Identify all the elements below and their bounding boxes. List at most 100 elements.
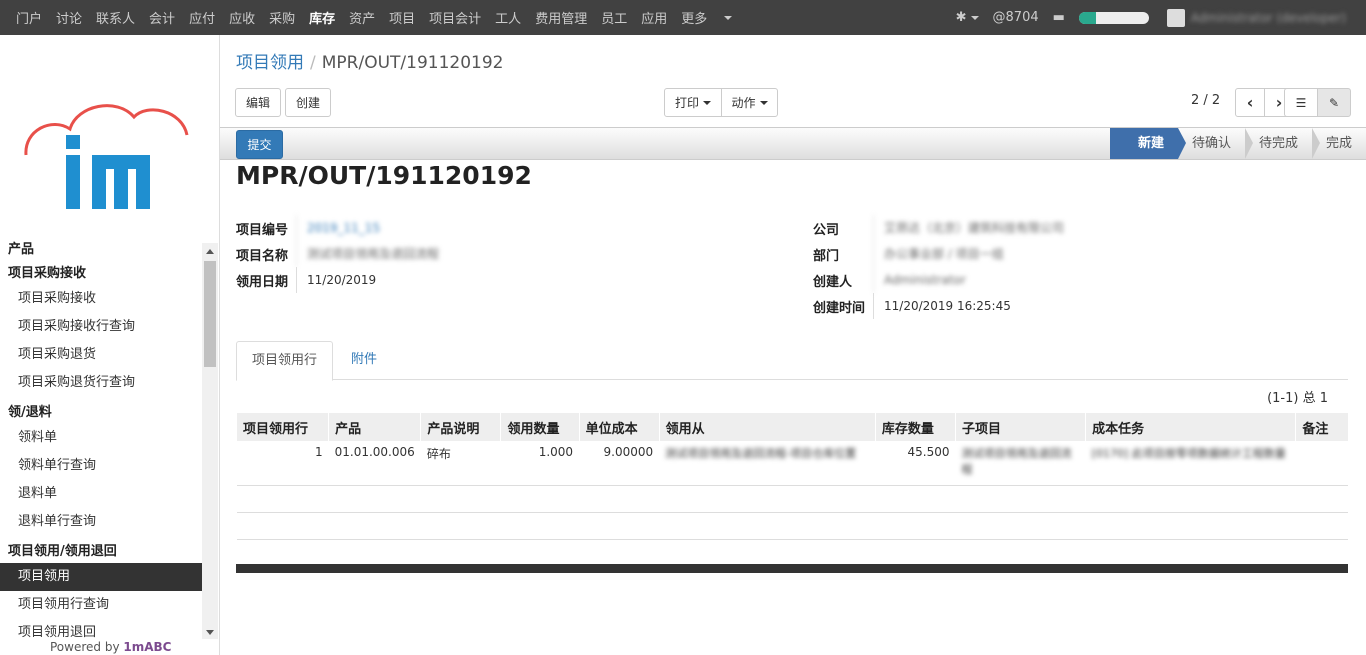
stage-3[interactable]: 完成 — [1312, 128, 1366, 159]
avatar[interactable] — [1166, 8, 1185, 27]
stage-bar: 新建 待确认 待完成 完成 — [1109, 128, 1366, 159]
tab-attachments[interactable]: 附件 — [336, 341, 392, 381]
form-view-button[interactable]: ✎ — [1317, 88, 1351, 117]
field-value[interactable]: 2019_11_15 — [296, 215, 380, 241]
column-header[interactable]: 成本任务 — [1085, 413, 1296, 441]
field-row: 创建人 Administrator — [813, 267, 1064, 293]
top-nav-item[interactable]: 采购 — [269, 8, 295, 27]
top-nav-item[interactable]: 资产 — [349, 8, 375, 27]
chevron-right-icon: › — [1275, 93, 1283, 112]
column-header[interactable]: 库存数量 — [874, 413, 956, 441]
sidebar-scrollbar[interactable] — [202, 243, 218, 639]
top-nav-item[interactable]: 联系人 — [96, 8, 135, 27]
breadcrumb-separator: / — [310, 53, 316, 73]
breadcrumb-parent[interactable]: 项目领用 — [236, 53, 304, 73]
print-label: 打印 — [674, 96, 699, 110]
field-value: Administrator — [873, 267, 966, 293]
top-nav-menu: 门户 讨论 联系人 会计 应付 应收 采购 库存 资产 项目 项目会计 工人 费用管理 员工 应用 更多 — [16, 0, 733, 35]
cell-line: 1 — [236, 441, 329, 486]
column-header[interactable]: 项目领用行 — [235, 413, 329, 441]
action-label: 动作 — [731, 96, 756, 110]
table-row[interactable]: 1 01.01.00.006 碎布 1.000 9.00000 测试项目领用及退回流程-项… — [236, 441, 1348, 486]
status-bar: 提交 新建 待确认 待完成 完成 — [220, 127, 1366, 160]
print-dropdown[interactable]: 打印 — [664, 88, 722, 117]
field-row: 部门 办公事业部 / 项目一组 — [813, 241, 1064, 267]
notebook-tabs: 项目领用行 附件 — [236, 341, 1348, 381]
field-row: 项目名称 测试项目领用及退回流程 — [236, 241, 439, 267]
company-logo — [24, 104, 189, 209]
empty-cell — [236, 485, 1348, 513]
powered-by-brand[interactable]: 1mABC — [123, 640, 171, 654]
stage-0[interactable]: 新建 — [1109, 128, 1186, 159]
field-row: 项目编号 2019_11_15 — [236, 215, 439, 241]
column-header[interactable]: 产品 — [328, 413, 421, 441]
field-label: 领用日期 — [236, 274, 289, 290]
cell-qty: 1.000 — [500, 441, 580, 486]
bug-icon[interactable]: ✱ — [956, 10, 979, 25]
top-nav-item[interactable]: 费用管理 — [535, 8, 587, 27]
column-header[interactable]: 领用从 — [658, 413, 876, 441]
top-nav-item[interactable]: 更多 — [681, 8, 707, 27]
empty-row — [236, 485, 1348, 513]
top-navbar: 门户 讨论 联系人 会计 应付 应收 采购 库存 资产 项目 项目会计 工人 费用管理 员工 应用 更多 ✱ … — [0, 0, 1366, 35]
user-menu[interactable]: Administrator (developer) — [1191, 11, 1346, 25]
top-nav-item[interactable]: 讨论 — [56, 8, 82, 27]
scroll-down-icon[interactable] — [206, 630, 214, 635]
top-nav-item[interactable]: 会计 — [149, 8, 175, 27]
top-nav-item[interactable]: 工人 — [495, 8, 521, 27]
top-nav-item[interactable]: 库存 — [309, 8, 335, 27]
sidebar-item[interactable]: 领料单行查询 — [0, 452, 202, 480]
document-title: MPR/OUT/191120192 — [236, 161, 532, 190]
list-view-button[interactable]: ☰ — [1284, 88, 1318, 117]
edit-button[interactable]: 编辑 — [235, 88, 281, 117]
tab-lines[interactable]: 项目领用行 — [236, 341, 334, 381]
main-content: 项目领用 / MPR/OUT/191120192 编辑 创建 打印 动作 2 / 2… — [220, 35, 1366, 655]
field-value: 11/20/2019 — [296, 267, 376, 293]
stage-2[interactable]: 待完成 — [1245, 128, 1321, 159]
breadcrumb: 项目领用 / MPR/OUT/191120192 — [236, 48, 503, 73]
messages-counter[interactable]: @8704 — [993, 10, 1039, 25]
column-header[interactable]: 领用数量 — [500, 413, 580, 441]
sidebar: 产品 项目采购接收 项目采购接收 项目采购接收行查询 项目采购退货 项目采购退货行查询 领/… — [0, 35, 220, 655]
chat-icon[interactable]: ▬ — [1053, 10, 1065, 25]
top-nav-item[interactable]: 门户 — [16, 8, 42, 27]
top-nav-item[interactable]: 项目 — [389, 8, 415, 27]
column-header[interactable]: 产品说明 — [420, 413, 501, 441]
action-dropdown[interactable]: 动作 — [721, 88, 778, 117]
fields-right: 公司 艾昂达（北京）建筑科技有限公司 部门 办公事业部 / 项目一组 创建人 Admini… — [813, 215, 1064, 319]
create-button[interactable]: 创建 — [285, 88, 331, 117]
scroll-thumb[interactable] — [204, 261, 216, 367]
pager-value[interactable]: 2 / 2 — [1191, 93, 1220, 108]
sidebar-section-heading: 项目采购接收 — [8, 266, 87, 281]
pager-prev-button[interactable]: ‹ — [1235, 88, 1265, 117]
top-nav-item[interactable]: 应付 — [189, 8, 215, 27]
cell-stock: 45.500 — [875, 441, 956, 486]
column-header[interactable]: 备注 — [1295, 413, 1348, 441]
cell-from: 测试项目领用及退回流程-项目仓库位置 — [659, 441, 876, 486]
scroll-up-icon[interactable] — [206, 249, 214, 254]
top-nav-item[interactable]: 项目会计 — [429, 8, 481, 27]
stage-1[interactable]: 待确认 — [1178, 128, 1253, 159]
top-nav-item[interactable]: 应用 — [641, 8, 667, 27]
submit-button[interactable]: 提交 — [236, 130, 283, 159]
empty-row — [236, 512, 1348, 540]
sidebar-item[interactable]: 退料单 — [0, 480, 202, 508]
fields-left: 项目编号 2019_11_15 项目名称 测试项目领用及退回流程领用日期 11/20/2… — [236, 215, 439, 293]
sidebar-item[interactable]: 项目领用退回 — [0, 619, 202, 638]
sidebar-item[interactable]: 项目采购接收行查询 — [0, 313, 202, 341]
progress-bar — [1078, 11, 1149, 24]
top-nav-item[interactable]: 应收 — [229, 8, 255, 27]
column-header[interactable]: 子项目 — [954, 413, 1086, 441]
top-right-tools: ✱ @8704 ▬ Administrator (developer) — [956, 0, 1366, 35]
sidebar-item[interactable]: 项目领用行查询 — [0, 591, 202, 619]
sidebar-item[interactable]: 项目采购接收 — [0, 285, 202, 313]
column-header[interactable]: 单位成本 — [578, 413, 660, 441]
sidebar-item[interactable]: 项目采购退货 — [0, 341, 202, 369]
field-row: 领用日期 11/20/2019 — [236, 267, 439, 293]
sidebar-item[interactable]: 项目采购退货行查询 — [0, 369, 202, 397]
sidebar-item[interactable]: 领料单 — [0, 424, 202, 452]
field-value: 艾昂达（北京）建筑科技有限公司 — [873, 215, 1064, 241]
top-nav-item[interactable]: 员工 — [601, 8, 627, 27]
sidebar-item[interactable]: 退料单行查询 — [0, 508, 202, 536]
sidebar-item[interactable]: 项目领用 — [0, 563, 202, 591]
